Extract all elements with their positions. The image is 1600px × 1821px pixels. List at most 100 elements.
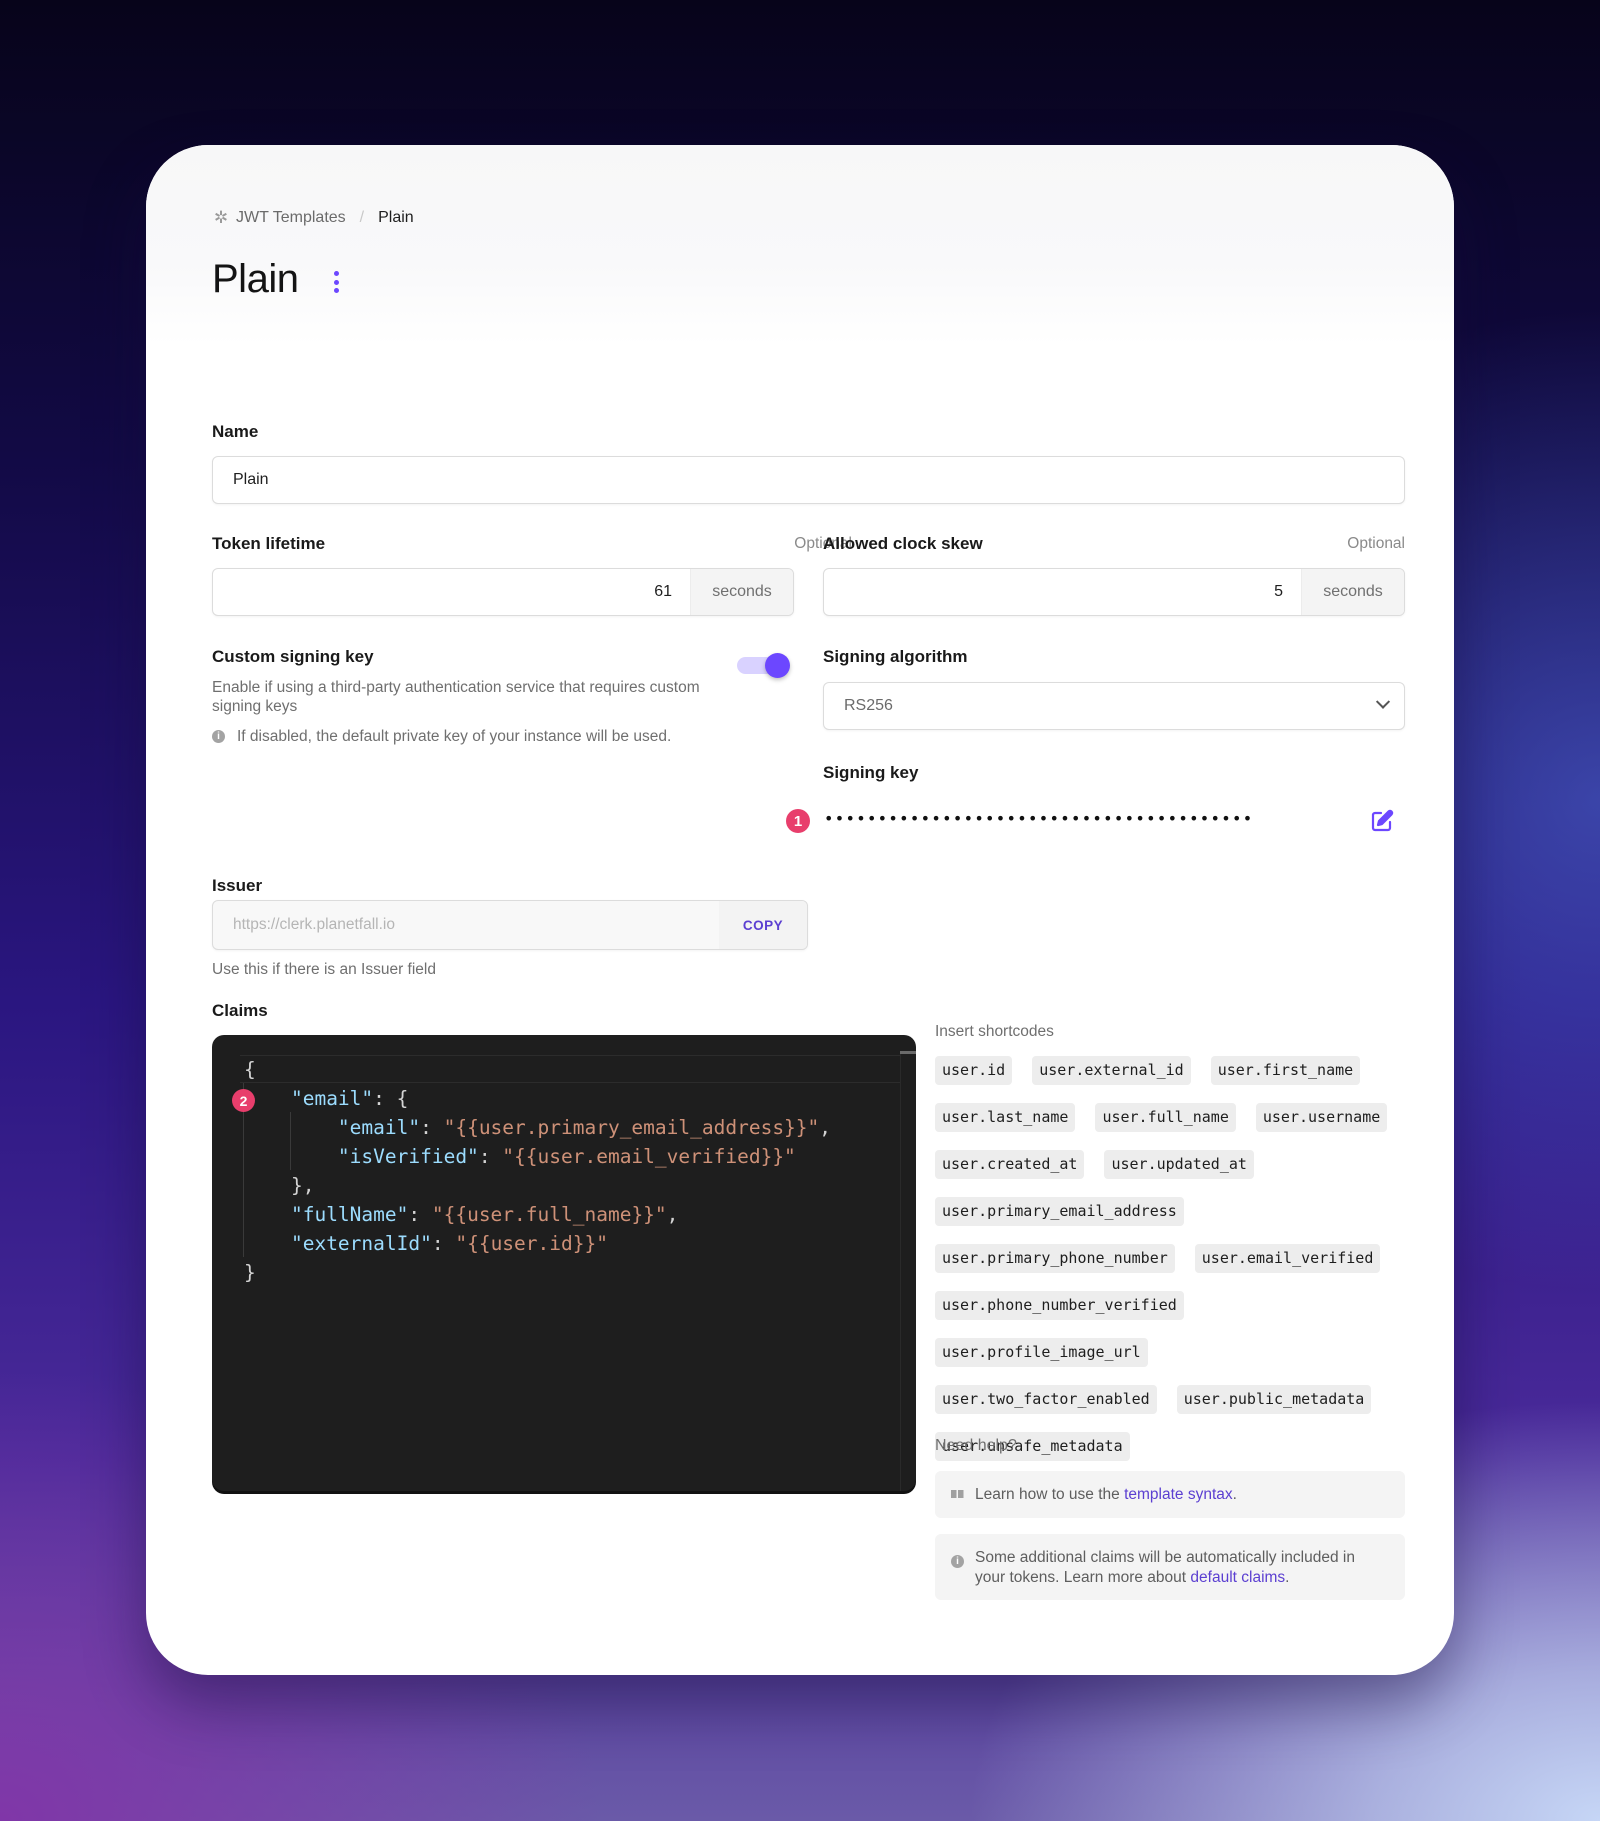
default-claims-link[interactable]: default claims	[1190, 1569, 1285, 1586]
claims-code[interactable]: { "email": { "email": "{{user.primary_em…	[244, 1055, 831, 1287]
info-icon: i	[951, 1550, 965, 1586]
code-key: "isVerified"	[337, 1145, 479, 1168]
shortcode-chip[interactable]: user.primary_phone_number	[935, 1244, 1175, 1273]
editor-scrollbar[interactable]	[900, 1051, 916, 1491]
shortcode-chip[interactable]: user.external_id	[1032, 1056, 1191, 1085]
shortcode-chip[interactable]: user.email_verified	[1194, 1244, 1381, 1273]
code-line: "externalId": "{{user.id}}"	[244, 1229, 831, 1258]
issuer-label: Issuer	[212, 876, 263, 895]
shortcodes-title: Insert shortcodes	[935, 1023, 1054, 1040]
code-punct	[244, 1116, 338, 1139]
code-line: "isVerified": "{{user.email_verified}}"	[244, 1142, 831, 1171]
clock-skew-value: 5	[1274, 583, 1283, 600]
code-punct: ,	[666, 1203, 679, 1226]
shortcode-chip[interactable]: user.profile_image_url	[935, 1338, 1148, 1367]
issuer-input[interactable]: https://clerk.planetfall.io COPY	[212, 900, 808, 950]
shortcode-chip[interactable]: user.two_factor_enabled	[935, 1385, 1157, 1414]
template-syntax-help: Learn how to use the template syntax.	[935, 1471, 1405, 1518]
code-punct: :	[478, 1145, 503, 1168]
signing-algorithm-select[interactable]: RS256	[823, 682, 1405, 730]
code-string: "{{user.primary_email_address}}"	[443, 1116, 820, 1139]
code-line: "email": {	[244, 1084, 831, 1113]
code-punct	[244, 1232, 291, 1255]
shortcode-list: user.id user.external_id user.first_nameus…	[935, 1056, 1415, 1461]
issuer-value: https://clerk.planetfall.io	[233, 916, 395, 933]
more-dot	[333, 279, 339, 285]
code-punct: : {	[373, 1087, 409, 1110]
name-label: Name	[212, 422, 259, 441]
code-punct: :	[431, 1232, 456, 1255]
jwt-template-card: ✲ JWT Templates / Plain Plain Name Plain…	[146, 145, 1454, 1675]
toggle-knob	[765, 653, 790, 678]
clock-skew-unit: seconds	[1301, 569, 1404, 615]
code-line: "email": "{{user.primary_email_address}}…	[244, 1113, 831, 1142]
shortcode-chip[interactable]: user.phone_number_verified	[935, 1291, 1184, 1320]
default-claims-help: i Some additional claims will be automat…	[935, 1534, 1405, 1600]
claims-editor[interactable]: { "email": { "email": "{{user.primary_em…	[212, 1035, 916, 1491]
help-title: Need help?	[935, 1437, 1017, 1454]
signing-algorithm-label: Signing algorithm	[823, 647, 968, 666]
clock-skew-input[interactable]: 5 seconds	[823, 568, 1405, 616]
clock-skew-label: Allowed clock skew	[823, 534, 983, 553]
template-syntax-prefix: Learn how to use the	[975, 1485, 1125, 1503]
token-lifetime-unit: seconds	[690, 569, 793, 615]
annotation-badge-1: 1	[786, 809, 810, 833]
default-claims-suffix: .	[1285, 1568, 1290, 1586]
shortcode-chip[interactable]: user.public_metadata	[1176, 1385, 1372, 1414]
more-options-button[interactable]	[326, 269, 346, 295]
clock-skew-optional: Optional	[1347, 535, 1405, 552]
page-title: Plain	[212, 257, 299, 301]
code-line: "fullName": "{{user.full_name}}",	[244, 1200, 831, 1229]
custom-signing-key-label: Custom signing key	[212, 647, 374, 666]
token-lifetime-label: Token lifetime	[212, 534, 326, 553]
code-punct: {	[244, 1058, 256, 1081]
breadcrumb: ✲ JWT Templates / Plain	[212, 209, 414, 227]
copy-button[interactable]: COPY	[719, 901, 807, 949]
breadcrumb-separator: /	[359, 209, 365, 226]
header-background	[146, 145, 1454, 345]
shortcode-chip[interactable]: user.updated_at	[1104, 1150, 1254, 1179]
code-punct	[244, 1203, 291, 1226]
edit-icon[interactable]	[1370, 809, 1394, 833]
code-punct: ,	[819, 1116, 832, 1139]
code-line: }	[244, 1258, 831, 1287]
signing-key-masked: ••••••••••••••••••••••••••••••••••••••••	[824, 809, 1254, 828]
shortcode-chip[interactable]: user.full_name	[1095, 1103, 1236, 1132]
code-string: "{{user.id}}"	[455, 1232, 608, 1255]
annotation-badge-2: 2	[232, 1089, 255, 1112]
code-punct: :	[420, 1116, 444, 1139]
code-key: "email"	[290, 1087, 374, 1110]
code-key: "email"	[337, 1116, 421, 1139]
template-syntax-text: Learn how to use the template syntax.	[975, 1485, 1237, 1505]
shortcode-chip[interactable]: user.id	[935, 1056, 1013, 1085]
custom-signing-key-note-text: If disabled, the default private key of …	[237, 728, 672, 745]
code-line: {	[244, 1055, 831, 1084]
chevron-down-icon	[1375, 694, 1391, 709]
signing-key-label: Signing key	[823, 763, 919, 782]
breadcrumb-jwt-templates[interactable]: JWT Templates	[236, 209, 346, 227]
token-lifetime-value: 61	[654, 583, 672, 600]
editor-scrollbar-thumb[interactable]	[900, 1051, 916, 1054]
shortcode-chip[interactable]: user.first_name	[1210, 1056, 1361, 1085]
shortcode-chip[interactable]: user.created_at	[935, 1150, 1085, 1179]
token-lifetime-input[interactable]: 61 seconds	[212, 568, 794, 616]
jwt-templates-icon: ✲	[213, 208, 229, 227]
info-icon: i	[212, 730, 225, 743]
claims-label: Claims	[212, 1001, 268, 1020]
shortcode-chip[interactable]: user.last_name	[935, 1103, 1076, 1132]
code-string: "{{user.email_verified}}"	[502, 1145, 796, 1168]
signing-algorithm-value: RS256	[844, 697, 893, 714]
code-key: "externalId"	[290, 1232, 432, 1255]
custom-signing-key-description: Enable if using a third-party authentica…	[212, 679, 700, 715]
custom-signing-key-note: i If disabled, the default private key o…	[212, 727, 671, 746]
issuer-helper: Use this if there is an Issuer field	[212, 961, 436, 978]
custom-signing-key-toggle[interactable]	[737, 650, 795, 680]
shortcode-chip[interactable]: user.primary_email_address	[935, 1197, 1184, 1226]
more-vertical-icon	[333, 271, 339, 276]
breadcrumb-current: Plain	[378, 209, 414, 226]
template-syntax-link[interactable]: template syntax	[1124, 1486, 1233, 1503]
shortcode-chip[interactable]: user.username	[1255, 1103, 1388, 1132]
code-punct: }	[244, 1261, 256, 1284]
default-claims-prefix: Some additional claims will be automatic…	[975, 1549, 1355, 1586]
name-input[interactable]: Plain	[212, 456, 1405, 504]
